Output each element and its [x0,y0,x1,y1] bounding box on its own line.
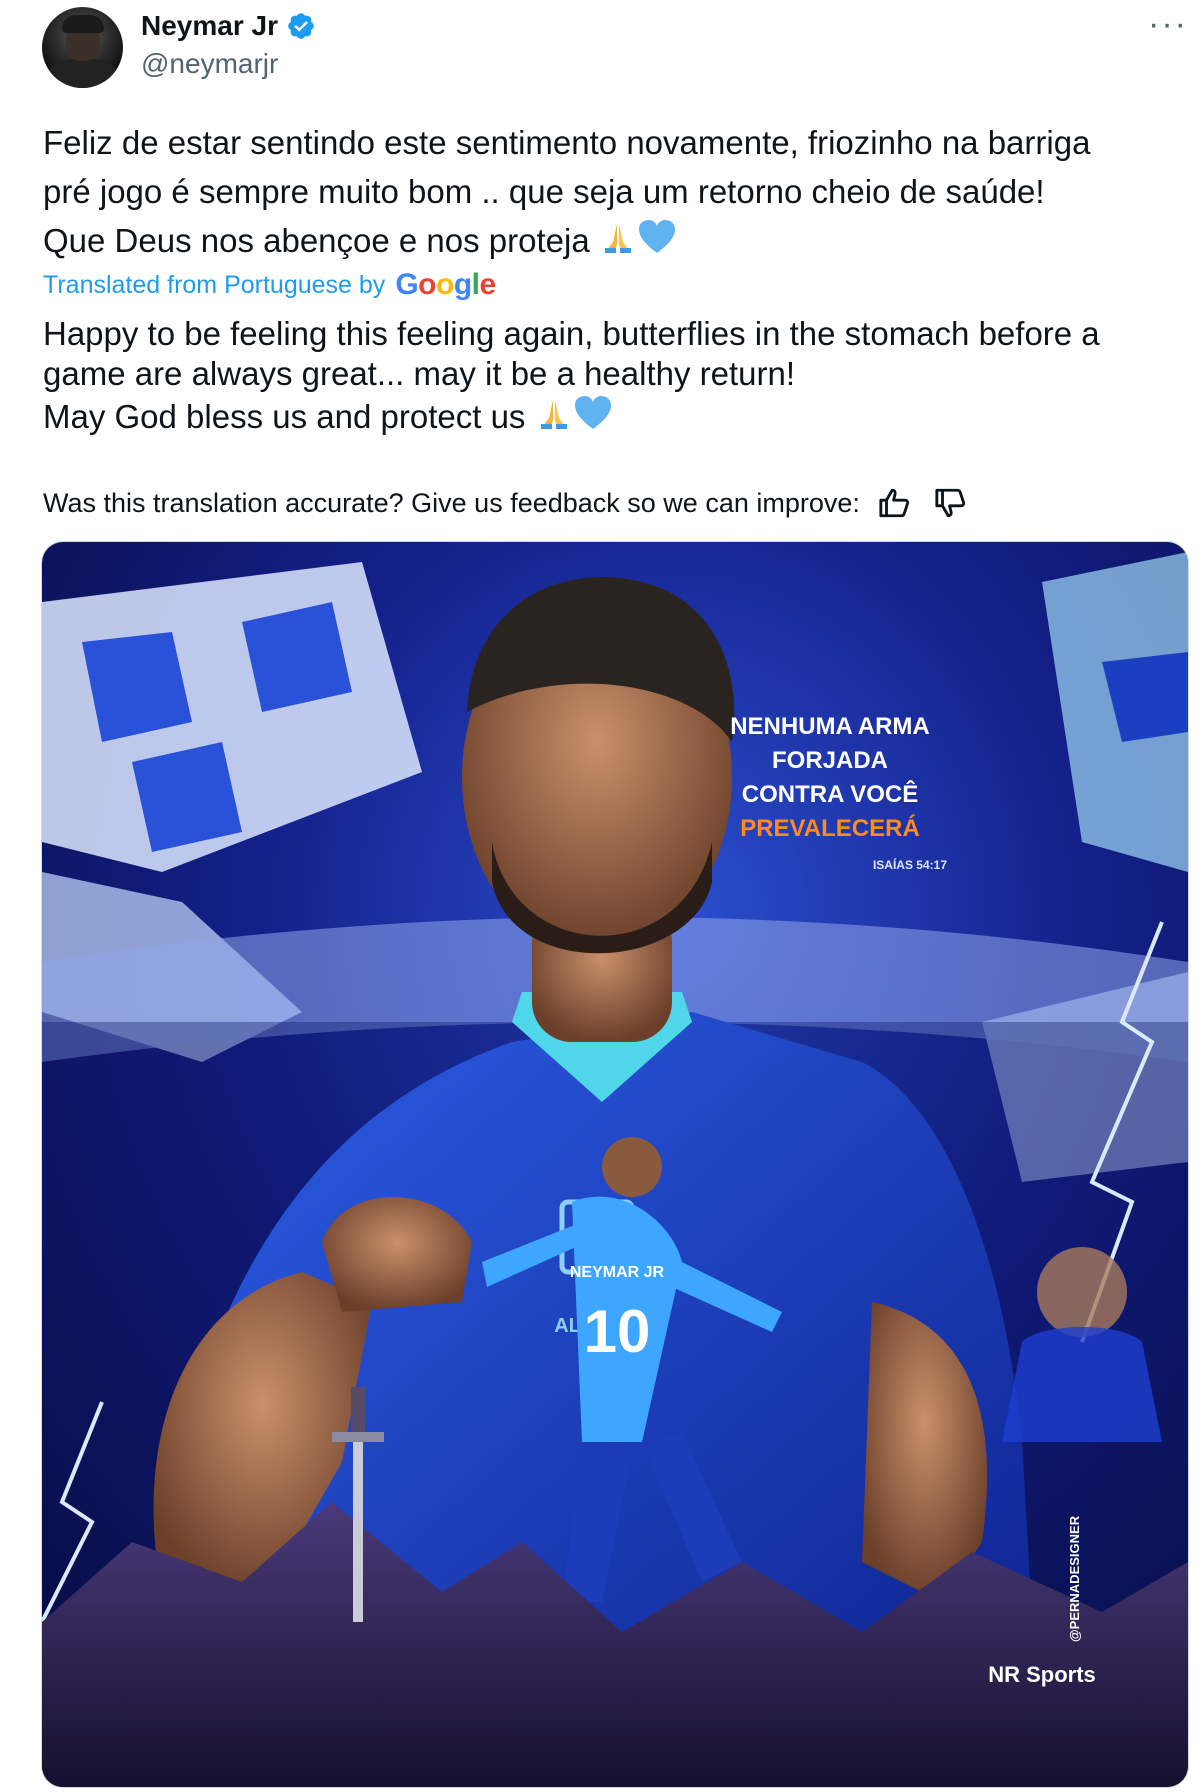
credit-logo: NR Sports [988,1662,1096,1687]
quote-line-3: CONTRA VOCÊ [742,780,918,808]
quote-reference: ISAÍAS 54:17 [873,857,947,872]
translated-line: May God bless us and protect us [43,394,1183,437]
folded-hands-icon [540,400,567,429]
tweet-line: Feliz de estar sentindo este sentimento … [43,124,1091,161]
poster-illustration: ALHILAL NEYMAR JR 10 NENHUMA ARMA FORJAD… [42,542,1188,1787]
translation-feedback: Was this translation accurate? Give us f… [43,486,968,520]
feedback-text: Was this translation accurate? Give us f… [43,487,860,518]
translated-line: Happy to be feeling this feeling again, … [43,315,1100,352]
more-icon[interactable]: ··· [1148,7,1188,41]
jersey-name: NEYMAR JR [570,1264,665,1281]
designer-credit: @PERNADESIGNER [1067,1515,1082,1642]
google-logo: Google [395,268,496,301]
quote-highlight: PREVALECERÁ [740,814,920,842]
translated-line: game are always great... may it be a hea… [43,355,796,392]
tweet-media-image[interactable]: ALHILAL NEYMAR JR 10 NENHUMA ARMA FORJAD… [41,541,1189,1788]
author-row: Neymar Jr [141,8,316,44]
tweet-line: Que Deus nos abençoe e nos proteja [43,216,1183,265]
translation-label[interactable]: Translated from Portuguese by Google [43,268,496,302]
blue-heart-icon [574,396,611,429]
folded-hands-icon [604,224,631,253]
thumbs-down-icon[interactable] [934,486,968,520]
quote-line-2: FORJADA [772,747,888,774]
jersey-number: 10 [584,1298,651,1365]
thumbs-up-icon[interactable] [878,486,912,520]
verified-badge-icon [288,13,314,39]
author-handle[interactable]: @neymarjr [141,48,278,80]
quote-line-1: NENHUMA ARMA [730,713,930,740]
tweet-line: pré jogo é sempre muito bom .. que seja … [43,173,1045,210]
blue-heart-icon [638,220,675,253]
author-name[interactable]: Neymar Jr [141,10,278,42]
avatar[interactable] [42,7,123,88]
translated-text: Happy to be feeling this feeling again, … [43,314,1183,437]
tweet-text: Feliz de estar sentindo este sentimento … [43,118,1183,265]
